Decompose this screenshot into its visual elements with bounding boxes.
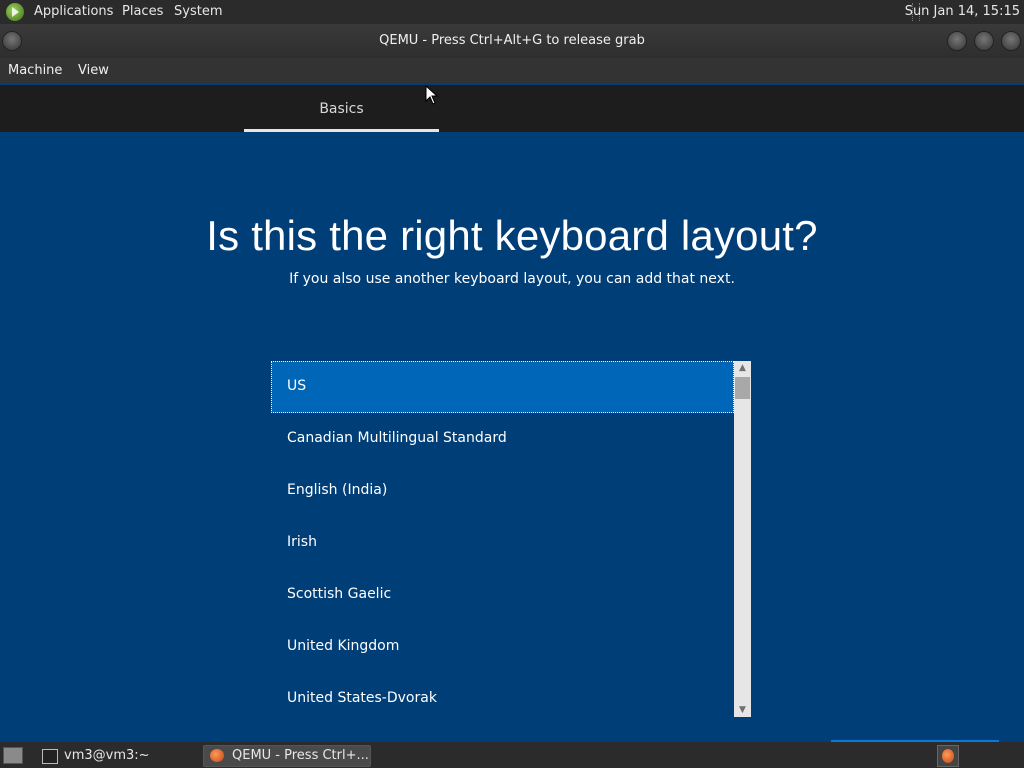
taskbar-item-label: QEMU - Press Ctrl+... [232,748,369,763]
layout-item-english-india[interactable]: English (India) [271,465,734,517]
page-subtitle: If you also use another keyboard layout,… [289,271,735,287]
scroll-down-icon[interactable]: ▼ [734,703,751,717]
layout-label: Scottish Gaelic [287,586,392,602]
applications-menu[interactable]: Applications [34,4,113,19]
window-title: QEMU - Press Ctrl+Alt+G to release grab [379,33,645,48]
machine-menu[interactable]: Machine [8,63,62,78]
tray-qemu-icon[interactable] [937,745,959,767]
layout-label: Canadian Multilingual Standard [287,430,507,446]
layout-item-us-dvorak[interactable]: United States-Dvorak [271,673,734,725]
minimize-button[interactable] [947,31,967,51]
vm-display[interactable]: Basics Is this the right keyboard layout… [0,85,1024,742]
list-scrollbar[interactable]: ▲ ▼ [734,361,751,717]
qemu-menubar: Machine View [0,58,1024,84]
setup-header: Basics [0,85,1024,132]
maximize-button[interactable] [974,31,994,51]
places-menu[interactable]: Places [122,4,163,19]
layout-label: Irish [287,534,317,550]
layout-label: English (India) [287,482,388,498]
taskbar-item-label: vm3@vm3:~ [64,748,150,763]
view-menu[interactable]: View [78,63,109,78]
top-panel: Applications Places System Sun Jan 14, 1… [0,0,1024,24]
terminal-icon [42,749,58,764]
taskbar-item-qemu[interactable]: QEMU - Press Ctrl+... [203,745,371,767]
layout-label: United States-Dvorak [287,690,437,706]
taskbar-item-terminal[interactable]: vm3@vm3:~ [35,745,197,767]
layout-item-united-kingdom[interactable]: United Kingdom [271,621,734,673]
layout-item-us[interactable]: US [271,361,734,413]
qemu-icon [210,749,224,762]
close-button[interactable] [1001,31,1021,51]
layout-item-scottish-gaelic[interactable]: Scottish Gaelic [271,569,734,621]
clock[interactable]: Sun Jan 14, 15:15 [905,4,1020,19]
tab-active-indicator [244,129,439,132]
scroll-up-icon[interactable]: ▲ [734,361,751,375]
page-title: Is this the right keyboard layout? [206,212,818,259]
layout-label: US [287,378,307,394]
system-menu[interactable]: System [174,4,222,19]
bottom-taskbar: vm3@vm3:~ QEMU - Press Ctrl+... [0,742,1024,768]
show-desktop-icon[interactable] [3,747,23,764]
window-titlebar[interactable]: QEMU - Press Ctrl+Alt+G to release grab [0,24,1024,58]
keyboard-layout-list[interactable]: US Canadian Multilingual Standard Englis… [271,361,734,717]
layout-item-canadian-multilingual[interactable]: Canadian Multilingual Standard [271,413,734,465]
layout-item-irish[interactable]: Irish [271,517,734,569]
layout-label: United Kingdom [287,638,400,654]
tab-basics[interactable]: Basics [244,85,439,130]
scrollbar-thumb[interactable] [735,377,750,399]
gnome-foot-icon[interactable] [6,3,24,21]
